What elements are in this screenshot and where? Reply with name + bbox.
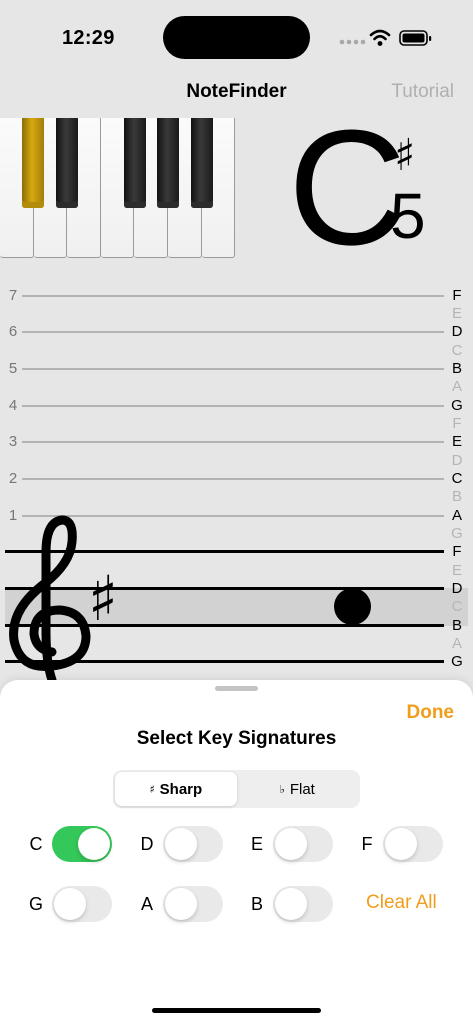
note-name: C	[451, 342, 463, 359]
note-accidental: ♯	[394, 130, 416, 181]
toggle-label: B	[250, 894, 263, 914]
note-name: E	[451, 305, 462, 322]
note-name: D	[451, 452, 463, 469]
clear-all-button[interactable]: Clear All	[366, 892, 437, 914]
ledger-number: 2	[8, 470, 18, 487]
toggle-label: G	[28, 894, 43, 914]
status-icons	[339, 29, 432, 46]
ledger-number: 5	[8, 360, 18, 377]
note-name: D	[451, 323, 463, 340]
note-name: E	[451, 433, 462, 450]
note-name: A	[451, 635, 462, 652]
switch-knob	[385, 828, 417, 860]
note-name: B	[451, 617, 462, 634]
ledger-number: 4	[8, 397, 18, 414]
ledger-line	[22, 441, 444, 443]
staff[interactable]: 7 6 5 4 3 2 1 F E D C B A G F E D C B A …	[0, 280, 473, 682]
note-name: B	[451, 360, 462, 377]
sheet-grabber[interactable]	[215, 686, 258, 691]
note-name: G	[451, 397, 463, 414]
switch-f[interactable]	[383, 826, 443, 862]
note-name: F	[452, 415, 462, 432]
home-indicator[interactable]	[152, 1008, 321, 1013]
key-signature-sheet: Done Select Key Signatures ♯ Sharp ♭ Fla…	[0, 680, 473, 1024]
ledger-number: 6	[8, 323, 18, 340]
toggle-label: C	[29, 834, 43, 854]
treble-clef-icon	[9, 515, 91, 682]
ledger-line	[22, 295, 444, 297]
toggle-label: E	[250, 834, 263, 854]
ledger-line	[22, 478, 444, 480]
toggle-a: A	[139, 885, 229, 923]
note-name: F	[452, 543, 462, 560]
switch-knob	[78, 828, 110, 860]
note-name: D	[451, 580, 463, 597]
note-octave: 5	[390, 180, 426, 252]
switch-knob	[165, 828, 197, 860]
flat-icon: ♭	[279, 782, 285, 796]
toggle-d: D	[139, 825, 229, 863]
note-head	[334, 588, 371, 625]
toggle-f: F	[359, 825, 449, 863]
toggle-label: A	[140, 894, 153, 914]
switch-b[interactable]	[273, 886, 333, 922]
black-key[interactable]	[191, 118, 213, 208]
ledger-number: 3	[8, 433, 18, 450]
note-name: F	[452, 287, 462, 304]
ledger-line	[22, 331, 444, 333]
switch-a[interactable]	[163, 886, 223, 922]
switch-knob	[275, 828, 307, 860]
note-name: G	[451, 525, 463, 542]
ledger-number: 7	[8, 287, 18, 304]
note-name: C	[451, 470, 463, 487]
switch-e[interactable]	[273, 826, 333, 862]
note-name: G	[451, 653, 463, 670]
toggle-row: C D E F	[0, 825, 473, 863]
note-name: C	[451, 598, 463, 615]
ledger-line	[22, 405, 444, 407]
switch-g[interactable]	[52, 886, 112, 922]
note-name: A	[451, 378, 462, 395]
ledger-line	[22, 368, 444, 370]
wifi-icon	[369, 29, 391, 41]
black-key[interactable]	[56, 118, 78, 208]
toggle-c: C	[28, 825, 118, 863]
segment-sharp[interactable]: ♯ Sharp	[115, 772, 237, 806]
note-letter: C	[288, 96, 407, 279]
toggle-b: B	[249, 885, 339, 923]
done-button[interactable]: Done	[407, 702, 455, 724]
switch-knob	[54, 888, 86, 920]
black-key[interactable]	[124, 118, 146, 208]
sharp-flat-segmented-control[interactable]: ♯ Sharp ♭ Flat	[113, 770, 360, 808]
piano-keyboard[interactable]	[0, 118, 236, 258]
toggle-label: F	[361, 834, 373, 854]
note-name: A	[451, 507, 462, 524]
switch-knob	[275, 888, 307, 920]
status-time: 12:29	[62, 27, 115, 49]
toggle-e: E	[249, 825, 339, 863]
signal-icon	[339, 39, 366, 45]
black-key-active[interactable]	[22, 118, 44, 208]
switch-knob	[165, 888, 197, 920]
switch-d[interactable]	[163, 826, 223, 862]
battery-icon	[399, 30, 432, 46]
sharp-icon: ♯	[149, 782, 155, 796]
black-key[interactable]	[157, 118, 179, 208]
key-signature-sharp: ♯	[88, 562, 119, 635]
toggle-g: G	[28, 885, 118, 923]
sheet-title: Select Key Signatures	[136, 728, 337, 749]
dynamic-island	[163, 16, 310, 59]
note-name: E	[451, 562, 462, 579]
toggle-label: D	[140, 834, 154, 854]
segment-label: Sharp	[159, 780, 203, 798]
note-name: B	[451, 488, 462, 505]
switch-c[interactable]	[52, 826, 112, 862]
segment-flat[interactable]: ♭ Flat	[237, 772, 359, 806]
segment-label: Flat	[289, 780, 315, 798]
